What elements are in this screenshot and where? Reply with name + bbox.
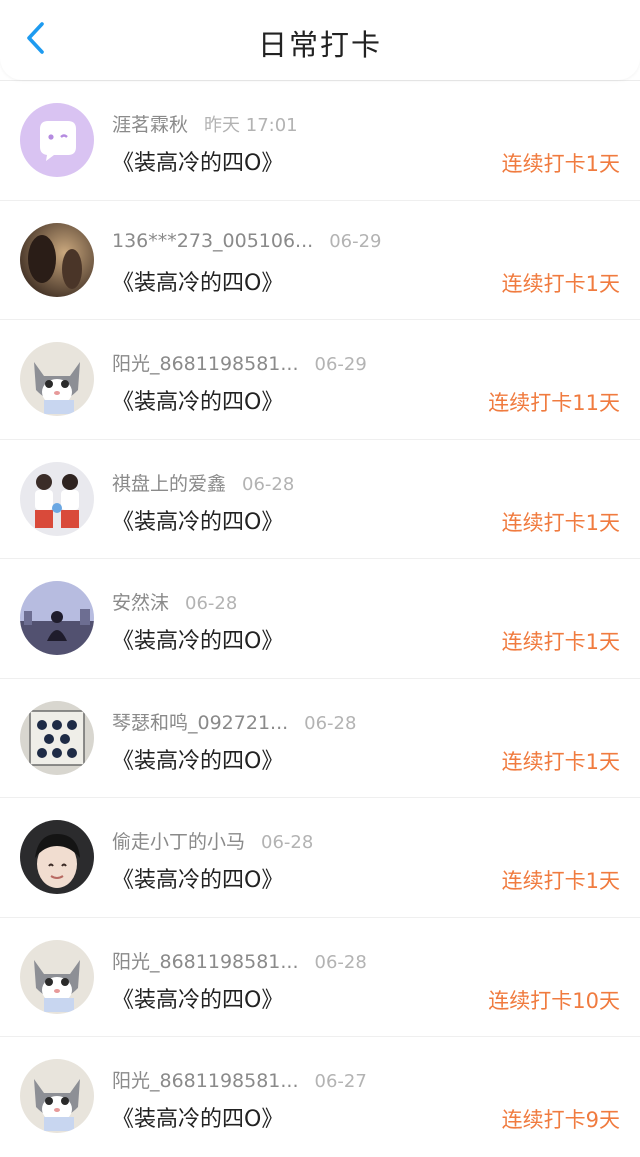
checkin-time: 06-28 (261, 832, 314, 853)
list-item[interactable]: 偷走小丁的小马 06-28 《装高冷的四O》 连续打卡1天 (0, 798, 640, 918)
user-name-line: 涯茗霖秋 昨天 17:01 (112, 110, 298, 137)
list-item[interactable]: 阳光_8681198581... 06-29 《装高冷的四O》 连续打卡11天 (0, 320, 640, 440)
list-item[interactable]: 涯茗霖秋 昨天 17:01 《装高冷的四O》 连续打卡1天 (0, 81, 640, 201)
list-item[interactable]: 阳光_8681198581... 06-27 《装高冷的四O》 连续打卡9天 (0, 1037, 640, 1157)
list-item[interactable]: 阳光_8681198581... 06-28 《装高冷的四O》 连续打卡10天 (0, 918, 640, 1037)
user-name-line: 136***273_005106... 06-29 (112, 230, 382, 252)
cityscape-photo-avatar[interactable] (20, 581, 94, 655)
user-name: 136***273_005106... (112, 229, 314, 252)
checkin-time: 06-28 (185, 593, 238, 614)
user-name-line: 阳光_8681198581... 06-28 (112, 947, 367, 974)
user-name-line: 安然沫 06-28 (112, 588, 237, 615)
book-title: 《装高冷的四O》 (112, 987, 284, 1013)
user-name: 阳光_8681198581... (112, 353, 299, 375)
user-name: 安然沫 (112, 592, 170, 614)
user-name-line: 祺盘上的爱鑫 06-28 (112, 469, 294, 496)
list-item[interactable]: 祺盘上的爱鑫 06-28 《装高冷的四O》 连续打卡1天 (0, 440, 640, 559)
user-name: 祺盘上的爱鑫 (112, 472, 227, 495)
user-name-line: 阳光_8681198581... 06-29 (112, 349, 367, 376)
book-title: 《装高冷的四O》 (112, 509, 284, 535)
streak-label: 连续打卡1天 (501, 271, 620, 296)
checkin-time: 06-29 (314, 354, 367, 375)
list-item[interactable]: 安然沫 06-28 《装高冷的四O》 连续打卡1天 (0, 559, 640, 679)
checkin-time: 06-29 (329, 230, 382, 252)
cat-photo-avatar[interactable] (20, 1059, 94, 1133)
checkin-time: 06-28 (304, 712, 357, 734)
page-title: 日常打卡 (257, 28, 382, 62)
streak-label: 连续打卡1天 (501, 630, 620, 654)
person-photo-avatar[interactable] (20, 820, 94, 894)
checkin-time: 06-27 (314, 1071, 367, 1092)
user-name: 琴瑟和鸣_092721... (112, 711, 289, 734)
book-title: 《装高冷的四O》 (112, 270, 284, 296)
two-people-photo-avatar[interactable] (20, 461, 94, 536)
user-name: 阳光_8681198581... (112, 1070, 299, 1092)
streak-label: 连续打卡1天 (501, 510, 620, 535)
checkin-time: 06-28 (314, 951, 367, 973)
streak-label: 连续打卡9天 (501, 1108, 620, 1132)
list-item[interactable]: 琴瑟和鸣_092721... 06-28 《装高冷的四O》 连续打卡1天 (0, 679, 640, 798)
book-title: 《装高冷的四O》 (112, 868, 284, 893)
cat-photo-avatar[interactable] (20, 342, 94, 416)
user-name: 涯茗霖秋 (112, 114, 189, 136)
book-title: 《装高冷的四O》 (112, 748, 284, 774)
book-title: 《装高冷的四O》 (112, 390, 284, 415)
cat-photo-avatar[interactable] (20, 939, 94, 1014)
streak-label: 连续打卡1天 (501, 869, 620, 893)
user-name-line: 阳光_8681198581... 06-27 (112, 1066, 367, 1093)
top-bar: 日常打卡 (0, 0, 640, 80)
checkin-list: 涯茗霖秋 昨天 17:01 《装高冷的四O》 连续打卡1天 136***273_0… (0, 80, 640, 1157)
streak-label: 连续打卡1天 (501, 749, 620, 774)
checkin-time: 昨天 17:01 (204, 115, 298, 136)
streak-label: 连续打卡1天 (501, 152, 620, 176)
book-title: 《装高冷的四O》 (112, 629, 284, 654)
silhouette-photo-avatar[interactable] (20, 222, 94, 297)
streak-label: 连续打卡11天 (488, 391, 620, 415)
book-title: 《装高冷的四O》 (112, 151, 284, 176)
ghost-emoji-avatar[interactable] (20, 103, 94, 177)
board-game-photo-avatar[interactable] (20, 700, 94, 775)
checkin-time: 06-28 (242, 473, 295, 495)
user-name: 偷走小丁的小马 (112, 831, 246, 853)
book-title: 《装高冷的四O》 (112, 1107, 284, 1132)
user-name-line: 琴瑟和鸣_092721... 06-28 (112, 708, 356, 735)
streak-label: 连续打卡10天 (488, 988, 620, 1013)
user-name: 阳光_8681198581... (112, 950, 299, 973)
list-item[interactable]: 136***273_005106... 06-29 《装高冷的四O》 连续打卡1天 (0, 201, 640, 320)
user-name-line: 偷走小丁的小马 06-28 (112, 827, 313, 854)
